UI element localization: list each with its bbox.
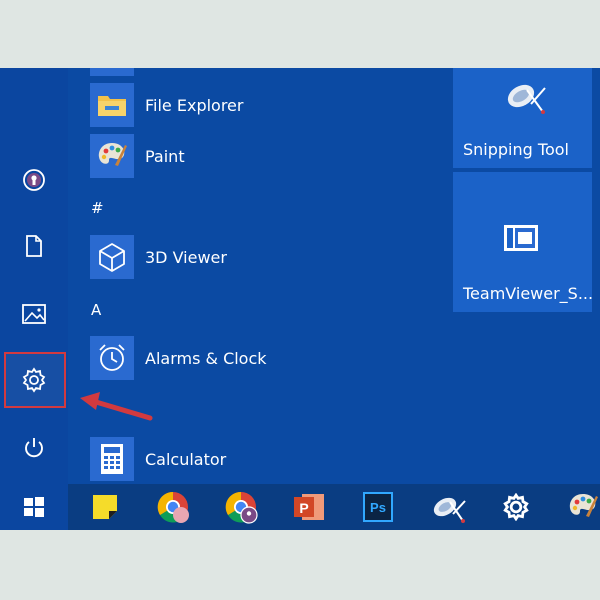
live-tile-snipping-tool[interactable]: Snipping Tool: [453, 68, 592, 168]
app-item-file-explorer[interactable]: File Explorer: [90, 83, 243, 127]
chrome-icon: [157, 491, 189, 523]
power-icon: [25, 438, 43, 458]
documents-icon: [26, 235, 42, 257]
taskbar-photoshop[interactable]: Ps: [355, 484, 401, 530]
taskbar: P Ps: [0, 484, 600, 530]
snipping-tool-icon: [507, 84, 546, 114]
taskbar-sticky-notes[interactable]: [82, 484, 128, 530]
folder-icon: [98, 96, 126, 116]
app-item-paint[interactable]: Paint: [90, 134, 185, 178]
user-account-button[interactable]: [0, 152, 68, 208]
taskbar-paint[interactable]: [560, 484, 600, 530]
tile-label: Snipping Tool: [463, 140, 569, 159]
taskbar-snipping-tool[interactable]: [425, 484, 471, 530]
taskbar-powerpoint[interactable]: P: [286, 484, 332, 530]
paint-icon: [569, 494, 598, 517]
settings-gear-icon: [22, 367, 46, 393]
taskbar-chrome[interactable]: [150, 484, 196, 530]
chrome-profile-icon: [225, 491, 258, 524]
photoshop-icon: Ps: [363, 492, 393, 522]
app-item-alarms-clock[interactable]: Alarms & Clock: [90, 336, 267, 380]
sticky-notes-icon: [93, 495, 117, 519]
pictures-button[interactable]: [0, 286, 68, 342]
app-label: File Explorer: [145, 95, 244, 115]
app-label: Alarms & Clock: [145, 348, 267, 368]
user-account-icon: [23, 169, 45, 191]
alarm-clock-icon: [99, 344, 125, 371]
photoshop-letters: Ps: [370, 500, 386, 515]
start-button[interactable]: [0, 484, 68, 530]
windows-start-icon: [24, 497, 44, 517]
section-header-a[interactable]: A: [91, 301, 101, 319]
pictures-icon: [22, 304, 46, 324]
app-label: 3D Viewer: [145, 247, 227, 267]
taskbar-settings[interactable]: [493, 484, 539, 530]
powerpoint-letter: P: [299, 500, 308, 516]
tile-label: TeamViewer_S...: [463, 284, 594, 303]
live-tile-teamviewer[interactable]: TeamViewer_S...: [453, 172, 594, 312]
app-tile-partial: [90, 68, 134, 76]
settings-gear-icon: [503, 493, 529, 521]
documents-button[interactable]: [0, 218, 68, 274]
settings-button[interactable]: [0, 352, 68, 408]
app-label: Calculator: [145, 449, 227, 469]
powerpoint-icon: P: [294, 494, 324, 520]
power-button[interactable]: [0, 420, 68, 476]
app-item-calculator[interactable]: Calculator: [90, 437, 226, 481]
section-header-hash[interactable]: #: [91, 199, 104, 217]
calculator-icon: [101, 444, 123, 474]
red-arrow-icon: [80, 392, 153, 421]
start-left-rail: [0, 68, 68, 484]
app-window-icon: [504, 225, 538, 251]
start-menu: File Explorer Paint # 3D Viewer A Alarms…: [0, 68, 600, 530]
app-label: Paint: [145, 146, 185, 166]
cube-icon: [99, 243, 125, 272]
taskbar-chrome-profile[interactable]: [218, 484, 264, 530]
paint-palette-icon: [98, 143, 127, 166]
app-item-3d-viewer[interactable]: 3D Viewer: [90, 235, 227, 279]
snipping-tool-icon: [433, 497, 466, 523]
